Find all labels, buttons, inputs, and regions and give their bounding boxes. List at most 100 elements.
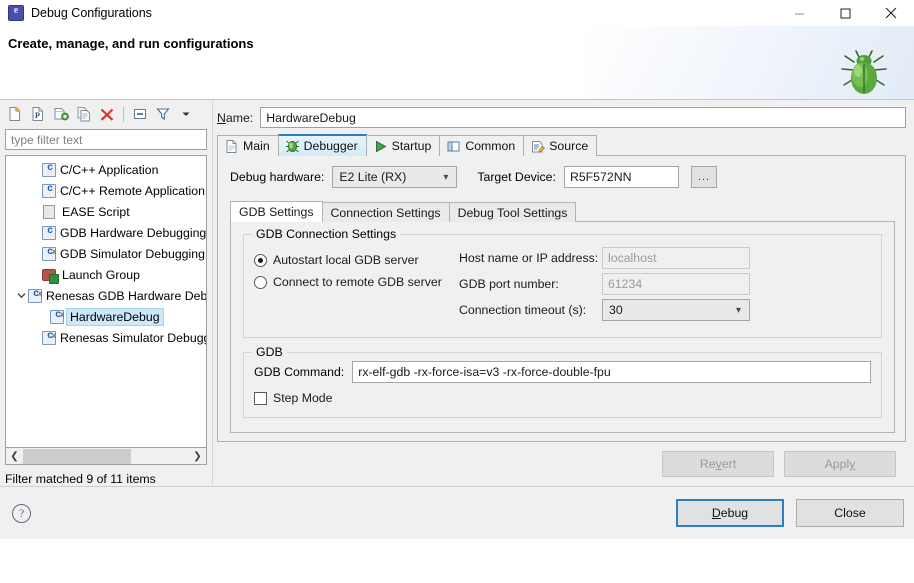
gdb-connection-settings-group: GDB Connection Settings Autostart local … bbox=[243, 227, 882, 338]
tree-item-ease-script[interactable]: EASE Script bbox=[6, 201, 206, 222]
toolbar-separator bbox=[123, 106, 124, 122]
radio-indicator bbox=[254, 275, 267, 289]
apply-button[interactable]: Appl y bbox=[784, 451, 896, 477]
chevron-down-icon[interactable] bbox=[14, 291, 28, 300]
step-mode-checkbox[interactable]: Step Mode bbox=[254, 391, 871, 405]
c-sim-icon bbox=[28, 288, 43, 303]
inner-tab-connection-settings[interactable]: Connection Settings bbox=[321, 202, 450, 222]
tab-label: Debugger bbox=[303, 139, 358, 153]
name-label: Name: bbox=[217, 110, 254, 125]
tree-item-label: Renesas GDB Hardware Debugg bbox=[46, 288, 206, 303]
collapse-all-icon[interactable] bbox=[130, 104, 150, 124]
inner-tab-gdb-settings[interactable]: GDB Settings bbox=[230, 201, 323, 222]
tab-main[interactable]: Main bbox=[217, 135, 279, 156]
close-button[interactable] bbox=[868, 0, 914, 26]
tab-source[interactable]: Source bbox=[523, 135, 598, 156]
connection-timeout-select[interactable]: 30 ▾ bbox=[602, 299, 750, 321]
configurations-tree[interactable]: C/C++ Application C/C++ Remote Applicati… bbox=[5, 155, 207, 448]
debugger-tab-panel: Debug hardware: E2 Lite (RX) ▾ Target De… bbox=[217, 155, 906, 442]
debugger-tab-icon bbox=[285, 140, 299, 152]
gdb-port-input[interactable]: 61234 bbox=[602, 273, 750, 295]
tab-label: Main bbox=[243, 139, 270, 153]
tab-startup[interactable]: Startup bbox=[365, 135, 441, 156]
delete-configuration-icon[interactable] bbox=[97, 104, 117, 124]
name-input[interactable]: HardwareDebug bbox=[260, 107, 906, 128]
scroll-right-arrow[interactable]: ❯ bbox=[189, 449, 206, 464]
scroll-left-arrow[interactable]: ❮ bbox=[6, 449, 23, 464]
window-controls bbox=[776, 0, 914, 26]
duplicate-configuration-icon[interactable] bbox=[74, 104, 94, 124]
tab-label: Common bbox=[465, 139, 516, 153]
c-app-icon bbox=[42, 225, 57, 240]
connection-columns: Autostart local GDB server Connect to re… bbox=[254, 243, 871, 325]
name-value: HardwareDebug bbox=[266, 110, 356, 125]
debug-hardware-value: E2 Lite (RX) bbox=[339, 170, 407, 184]
radio-connect-to-remote-gdb-server[interactable]: Connect to remote GDB server bbox=[254, 271, 459, 293]
server-mode-radio-group: Autostart local GDB server Connect to re… bbox=[254, 247, 459, 325]
target-device-value: R5F572NN bbox=[569, 170, 632, 184]
gdb-group: GDB GDB Command: rx-elf-gdb -rx-force-is… bbox=[243, 345, 882, 418]
scrollbar-thumb[interactable] bbox=[23, 448, 131, 464]
page-title: Create, manage, and run configurations bbox=[8, 36, 254, 51]
gdb-command-input[interactable]: rx-elf-gdb -rx-force-isa=v3 -rx-force-do… bbox=[352, 361, 871, 383]
tree-item-label: HardwareDebug bbox=[66, 307, 164, 326]
revert-apply-row: Re v ert Appl y bbox=[217, 442, 906, 486]
new-configuration-icon[interactable] bbox=[5, 104, 25, 124]
scrollbar-track[interactable] bbox=[23, 448, 189, 464]
gdb-port-row: GDB port number: 61234 bbox=[459, 273, 871, 295]
debugger-inner-tabs: GDB Settings Connection Settings Debug T… bbox=[230, 201, 895, 222]
host-name-value: localhost bbox=[608, 251, 657, 265]
startup-tab-icon bbox=[375, 140, 387, 152]
gdb-command-label: GDB Command: bbox=[254, 365, 345, 379]
tree-horizontal-scrollbar[interactable]: ❮ ❯ bbox=[5, 448, 207, 465]
tree-item-label: Launch Group bbox=[62, 267, 140, 282]
tree-item-label: Renesas Simulator Debugging ( bbox=[60, 330, 206, 345]
configurations-toolbar: P bbox=[0, 100, 212, 126]
c-sim-icon bbox=[50, 309, 65, 324]
new-prototype-icon[interactable]: P bbox=[28, 104, 48, 124]
chevron-down-icon: ▾ bbox=[443, 171, 449, 183]
tab-debugger[interactable]: Debugger bbox=[277, 134, 367, 156]
tree-item-c-cpp-application[interactable]: C/C++ Application bbox=[6, 159, 206, 180]
title-bar: Debug Configurations bbox=[0, 0, 914, 26]
debug-hardware-select[interactable]: E2 Lite (RX) ▾ bbox=[332, 166, 458, 188]
close-button-footer[interactable]: Close bbox=[796, 499, 904, 527]
view-menu-icon[interactable] bbox=[176, 104, 196, 124]
target-device-input[interactable]: R5F572NN bbox=[563, 166, 679, 188]
common-tab-icon bbox=[447, 141, 460, 151]
help-icon[interactable]: ? bbox=[12, 503, 31, 523]
dialog-footer: ? Debug Close bbox=[0, 486, 914, 539]
filter-status-text: Filter matched 9 of 11 items bbox=[5, 472, 156, 486]
host-name-input[interactable]: localhost bbox=[602, 247, 750, 269]
configuration-editor: Name: HardwareDebug Main Debugger Startu… bbox=[213, 100, 914, 486]
radio-autostart-local-gdb-server[interactable]: Autostart local GDB server bbox=[254, 249, 459, 271]
debug-button[interactable]: Debug bbox=[676, 499, 784, 527]
tab-label: Startup bbox=[391, 139, 432, 153]
group-title: GDB Connection Settings bbox=[252, 227, 401, 241]
checkbox-indicator bbox=[254, 391, 267, 405]
revert-button[interactable]: Re v ert bbox=[662, 451, 774, 477]
tree-item-renesas-gdb-hardware-debugging[interactable]: Renesas GDB Hardware Debugg bbox=[6, 285, 206, 306]
tree-item-renesas-simulator-debugging[interactable]: Renesas Simulator Debugging ( bbox=[6, 327, 206, 348]
script-icon bbox=[42, 204, 58, 220]
tree-item-label: GDB Simulator Debugging (RH… bbox=[60, 246, 206, 261]
maximize-button[interactable] bbox=[822, 0, 868, 26]
gdb-command-value: rx-elf-gdb -rx-force-isa=v3 -rx-force-do… bbox=[358, 365, 611, 379]
tree-item-gdb-simulator-debugging[interactable]: GDB Simulator Debugging (RH… bbox=[6, 243, 206, 264]
minimize-button[interactable] bbox=[776, 0, 822, 26]
tree-item-gdb-hardware-debugging[interactable]: GDB Hardware Debugging bbox=[6, 222, 206, 243]
tab-common[interactable]: Common bbox=[439, 135, 525, 156]
target-device-browse-button[interactable]: ... bbox=[690, 166, 717, 188]
tree-item-c-cpp-remote-application[interactable]: C/C++ Remote Application bbox=[6, 180, 206, 201]
filter-icon[interactable] bbox=[153, 104, 173, 124]
filter-placeholder: type filter text bbox=[11, 132, 83, 147]
tree-item-label: C/C++ Application bbox=[60, 162, 159, 177]
gdb-command-row: GDB Command: rx-elf-gdb -rx-force-isa=v3… bbox=[254, 361, 871, 383]
tree-items: C/C++ Application C/C++ Remote Applicati… bbox=[6, 156, 206, 348]
tree-item-hardwaredebug[interactable]: HardwareDebug bbox=[6, 306, 206, 327]
tree-item-launch-group[interactable]: Launch Group bbox=[6, 264, 206, 285]
inner-tab-debug-tool-settings[interactable]: Debug Tool Settings bbox=[448, 202, 577, 222]
group-title: GDB bbox=[252, 345, 287, 359]
export-configuration-icon[interactable] bbox=[51, 104, 71, 124]
filter-input[interactable]: type filter text bbox=[5, 129, 207, 150]
